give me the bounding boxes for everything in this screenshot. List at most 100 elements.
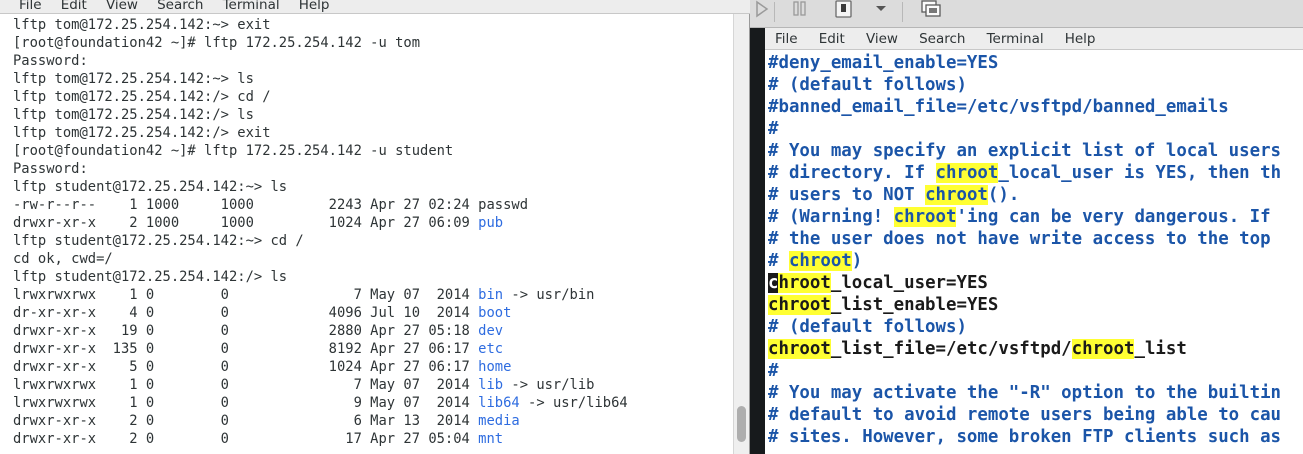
- file-meta: drwxr-xr-x 2 1000 1000 1024 Apr 27 06:09: [13, 215, 479, 231]
- line-text: #deny_email_enable=YES: [768, 53, 999, 73]
- left-scrollbar-thumb[interactable]: [737, 406, 746, 442]
- terminal-line: lftp tom@172.25.254.142:~> exit: [13, 16, 734, 34]
- terminal-line: lftp student@172.25.254.142:~> ls: [13, 178, 734, 196]
- menu-view[interactable]: View: [858, 28, 906, 50]
- terminal-line: lftp tom@172.25.254.142:~> ls: [13, 70, 734, 88]
- file-listing-row: drwxr-xr-x 2 0 0 17 Apr 27 05:04 mnt: [13, 430, 734, 448]
- file-listing-row: lrwxrwxrwx 1 0 0 7 May 07 2014 lib -> us…: [13, 376, 734, 394]
- play-icon[interactable]: [754, 0, 770, 20]
- left-scrollbar[interactable]: [733, 14, 749, 454]
- menu-edit[interactable]: Edit: [811, 28, 853, 50]
- line-text: _list: [1134, 339, 1187, 359]
- search-highlight: chroot: [893, 207, 957, 227]
- file-name: mnt: [478, 431, 504, 447]
- file-name: etc: [478, 341, 504, 357]
- menu-terminal[interactable]: Terminal: [216, 0, 287, 15]
- vim-editor-buffer[interactable]: #deny_email_enable=YES # (default follows…: [765, 52, 1303, 454]
- config-comment-line: #: [768, 360, 1303, 382]
- config-comment-line: #: [768, 118, 1303, 140]
- config-setting-line: chroot_list_enable=YES: [768, 294, 1303, 316]
- left-terminal-window: File Edit View Search Terminal Help lftp…: [0, 0, 750, 454]
- file-name: dev: [478, 323, 504, 339]
- menu-edit[interactable]: Edit: [54, 0, 94, 15]
- file-listing-row: drwxr-xr-x 2 1000 1000 1024 Apr 27 06:09…: [13, 214, 734, 232]
- right-menubar: File Edit View Search Terminal Help: [765, 28, 1303, 50]
- file-name: lib: [478, 377, 504, 393]
- config-comment-line: # (default follows): [768, 74, 1303, 96]
- terminal-line-text: lftp tom@172.25.254.142:/> ls: [13, 107, 254, 123]
- file-name: home: [478, 359, 512, 375]
- screens-icon[interactable]: [920, 0, 942, 20]
- terminal-line-text: [root@foundation42 ~]# lftp 172.25.254.1…: [13, 143, 454, 159]
- file-meta: drwxr-xr-x 135 0 0 8192 Apr 27 06:17: [13, 341, 479, 357]
- config-comment-line: # chroot): [768, 250, 1303, 272]
- vm-toolbar: [750, 0, 1303, 28]
- stop-icon[interactable]: [834, 0, 854, 20]
- config-comment-line: # You may activate the "-R" option to th…: [768, 382, 1303, 404]
- file-name: passwd: [478, 197, 529, 213]
- terminal-line: [root@foundation42 ~]# lftp 172.25.254.1…: [13, 142, 734, 160]
- terminal-line-text: lftp student@172.25.254.142:~> cd /: [13, 233, 304, 249]
- symlink-target: -> usr/bin: [503, 287, 595, 303]
- file-listing-row: drwxr-xr-x 135 0 0 8192 Apr 27 06:17 etc: [13, 340, 734, 358]
- config-comment-line: # You may specify an explicit list of lo…: [768, 140, 1303, 162]
- pause-icon[interactable]: [792, 0, 808, 20]
- line-text: # (default follows): [768, 75, 967, 95]
- terminal-line-text: [root@foundation42 ~]# lftp 172.25.254.1…: [13, 35, 421, 51]
- menu-file[interactable]: File: [767, 28, 806, 50]
- line-text: _local_user=YES: [830, 273, 988, 293]
- file-listing-row: -rw-r--r-- 1 1000 1000 2243 Apr 27 02:24…: [13, 196, 734, 214]
- file-meta: lrwxrwxrwx 1 0 0 7 May 07 2014: [13, 287, 479, 303]
- line-text: ): [851, 251, 863, 271]
- file-meta: dr-xr-xr-x 4 0 0 4096 Jul 10 2014: [13, 305, 479, 321]
- file-name: media: [478, 413, 520, 429]
- config-comment-line: #banned_email_file=/etc/vsftpd/banned_em…: [768, 96, 1303, 118]
- line-text: ().: [987, 185, 1020, 205]
- toolbar-separator: [902, 2, 903, 22]
- menu-file[interactable]: File: [12, 0, 49, 15]
- search-highlight: chroot: [768, 339, 831, 359]
- left-terminal-output[interactable]: lftp tom@172.25.254.142:~> exit [root@fou…: [0, 16, 734, 454]
- terminal-line-text: Password:: [13, 161, 88, 177]
- menu-search[interactable]: Search: [150, 0, 210, 15]
- line-text: # the user does not have write access to…: [768, 229, 1271, 249]
- menu-terminal[interactable]: Terminal: [979, 28, 1052, 50]
- file-name: pub: [478, 215, 504, 231]
- line-text: #: [768, 361, 779, 381]
- file-meta: lrwxrwxrwx 1 0 0 7 May 07 2014: [13, 377, 479, 393]
- menu-help[interactable]: Help: [292, 0, 337, 15]
- menu-search[interactable]: Search: [911, 28, 973, 50]
- terminal-line: lftp student@172.25.254.142:/> ls: [13, 268, 734, 286]
- line-text: #: [768, 251, 789, 271]
- config-setting-line: chroot_list_file=/etc/vsftpd/chroot_list: [768, 338, 1303, 360]
- terminal-line: lftp tom@172.25.254.142:/> exit: [13, 124, 734, 142]
- line-text: _list_enable=YES: [830, 295, 999, 315]
- right-terminal-window: File Edit View Search Terminal Help #den…: [765, 28, 1303, 454]
- file-meta: drwxr-xr-x 2 0 0 17 Apr 27 05:04: [13, 431, 479, 447]
- file-listing-row: dr-xr-xr-x 4 0 0 4096 Jul 10 2014 boot: [13, 304, 734, 322]
- file-name: lib64: [478, 395, 520, 411]
- toolbar-separator: [774, 2, 775, 22]
- search-highlight: chroot: [1071, 339, 1135, 359]
- search-highlight: hroot: [778, 273, 831, 293]
- left-menubar: File Edit View Search Terminal Help: [0, 0, 750, 14]
- menu-view[interactable]: View: [99, 0, 145, 15]
- config-comment-line: # sites. However, some broken FTP client…: [768, 426, 1303, 448]
- line-text: # sites. However, some broken FTP client…: [768, 427, 1282, 447]
- config-comment-line: # (default follows): [768, 316, 1303, 338]
- dropdown-arrow-icon[interactable]: [874, 0, 888, 20]
- symlink-target: -> usr/lib64: [519, 395, 628, 411]
- symlink-target: -> usr/lib: [503, 377, 595, 393]
- file-listing-row: lrwxrwxrwx 1 0 0 7 May 07 2014 bin -> us…: [13, 286, 734, 304]
- terminal-line: lftp student@172.25.254.142:~> cd /: [13, 232, 734, 250]
- file-listing-row: lrwxrwxrwx 1 0 0 9 May 07 2014 lib64 -> …: [13, 394, 734, 412]
- line-text: # default to avoid remote users being ab…: [768, 405, 1282, 425]
- file-listing-row: drwxr-xr-x 5 0 0 1024 Apr 27 06:17 home: [13, 358, 734, 376]
- vm-frame-edge: [750, 28, 765, 454]
- line-text: # You may activate the "-R" option to th…: [768, 383, 1282, 403]
- line-text: 'ing can be very dangerous. If: [956, 207, 1271, 227]
- terminal-line-text: lftp student@172.25.254.142:/> ls: [13, 269, 288, 285]
- file-listing-row: drwxr-xr-x 19 0 0 2880 Apr 27 05:18 dev: [13, 322, 734, 340]
- config-comment-line: #deny_email_enable=YES: [768, 52, 1303, 74]
- menu-help[interactable]: Help: [1057, 28, 1104, 50]
